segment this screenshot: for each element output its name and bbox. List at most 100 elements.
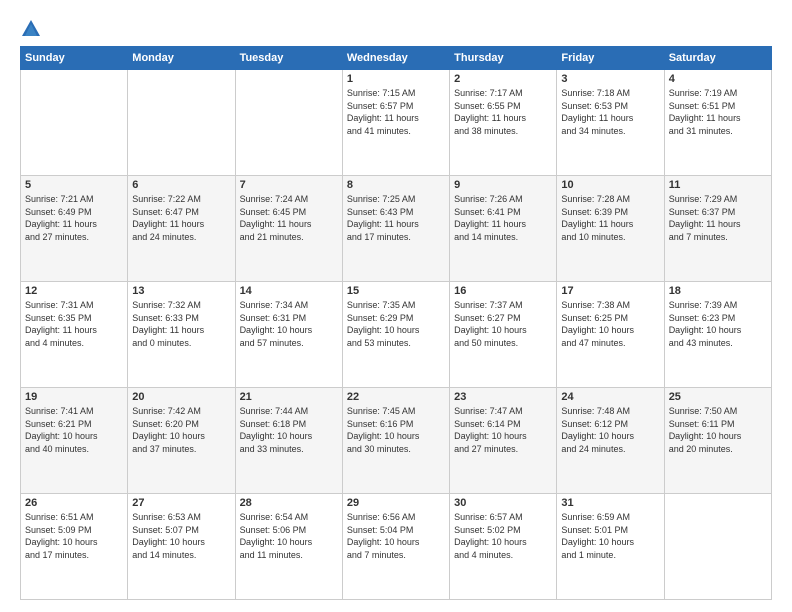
day-number: 1 <box>347 73 445 85</box>
day-number: 10 <box>561 179 659 191</box>
day-info: Sunrise: 6:56 AM Sunset: 5:04 PM Dayligh… <box>347 511 445 561</box>
calendar-day-cell: 27 Sunrise: 6:53 AM Sunset: 5:07 PM Dayli… <box>128 494 235 600</box>
day-number: 21 <box>240 391 338 403</box>
calendar-day-cell: 14Sunrise: 7:34 AM Sunset: 6:31 PM Dayli… <box>235 282 342 388</box>
day-info: Sunrise: 6:54 AM Sunset: 5:06 PM Dayligh… <box>240 511 338 561</box>
day-number: 15 <box>347 285 445 297</box>
day-number: 9 <box>454 179 552 191</box>
day-number: 7 <box>240 179 338 191</box>
calendar-day-cell: 29Sunrise: 6:56 AM Sunset: 5:04 PM Dayli… <box>342 494 449 600</box>
calendar-day-cell: 12Sunrise: 7:31 AM Sunset: 6:35 PM Dayli… <box>21 282 128 388</box>
calendar-day-cell: 26 Sunrise: 6:51 AM Sunset: 5:09 PM Dayli… <box>21 494 128 600</box>
day-number: 20 <box>132 391 230 403</box>
calendar-header-cell: Thursday <box>450 47 557 70</box>
calendar-day-cell <box>21 70 128 176</box>
calendar-header-cell: Monday <box>128 47 235 70</box>
day-info: Sunrise: 7:38 AM Sunset: 6:25 PM Dayligh… <box>561 299 659 349</box>
day-info: Sunrise: 7:19 AM Sunset: 6:51 PM Dayligh… <box>669 87 767 137</box>
calendar-day-cell: 3 Sunrise: 7:18 AM Sunset: 6:53 PM Daylig… <box>557 70 664 176</box>
calendar-day-cell: 6 Sunrise: 7:22 AM Sunset: 6:47 PM Daylig… <box>128 176 235 282</box>
calendar-day-cell: 30 Sunrise: 6:57 AM Sunset: 5:02 PM Dayli… <box>450 494 557 600</box>
calendar-day-cell: 5Sunrise: 7:21 AM Sunset: 6:49 PM Daylig… <box>21 176 128 282</box>
day-info: Sunrise: 6:59 AM Sunset: 5:01 PM Dayligh… <box>561 511 659 561</box>
day-info: Sunrise: 7:44 AM Sunset: 6:18 PM Dayligh… <box>240 405 338 455</box>
calendar-day-cell: 18 Sunrise: 7:39 AM Sunset: 6:23 PM Dayli… <box>664 282 771 388</box>
day-info: Sunrise: 7:15 AM Sunset: 6:57 PM Dayligh… <box>347 87 445 137</box>
calendar-day-cell <box>664 494 771 600</box>
header <box>20 16 772 40</box>
day-info: Sunrise: 7:35 AM Sunset: 6:29 PM Dayligh… <box>347 299 445 349</box>
day-info: Sunrise: 7:41 AM Sunset: 6:21 PM Dayligh… <box>25 405 123 455</box>
day-info: Sunrise: 7:31 AM Sunset: 6:35 PM Dayligh… <box>25 299 123 349</box>
calendar-day-cell: 2 Sunrise: 7:17 AM Sunset: 6:55 PM Daylig… <box>450 70 557 176</box>
calendar-header-cell: Saturday <box>664 47 771 70</box>
day-number: 17 <box>561 285 659 297</box>
day-number: 22 <box>347 391 445 403</box>
day-number: 13 <box>132 285 230 297</box>
day-info: Sunrise: 7:50 AM Sunset: 6:11 PM Dayligh… <box>669 405 767 455</box>
day-info: Sunrise: 7:48 AM Sunset: 6:12 PM Dayligh… <box>561 405 659 455</box>
calendar-day-cell: 19 Sunrise: 7:41 AM Sunset: 6:21 PM Dayli… <box>21 388 128 494</box>
day-number: 2 <box>454 73 552 85</box>
day-number: 3 <box>561 73 659 85</box>
calendar-day-cell: 10 Sunrise: 7:28 AM Sunset: 6:39 PM Dayli… <box>557 176 664 282</box>
calendar-table: SundayMondayTuesdayWednesdayThursdayFrid… <box>20 46 772 600</box>
day-number: 11 <box>669 179 767 191</box>
day-number: 31 <box>561 497 659 509</box>
day-info: Sunrise: 7:21 AM Sunset: 6:49 PM Dayligh… <box>25 193 123 243</box>
day-number: 8 <box>347 179 445 191</box>
day-info: Sunrise: 7:26 AM Sunset: 6:41 PM Dayligh… <box>454 193 552 243</box>
calendar-week-row: 26 Sunrise: 6:51 AM Sunset: 5:09 PM Dayli… <box>21 494 772 600</box>
calendar-day-cell <box>235 70 342 176</box>
day-info: Sunrise: 7:42 AM Sunset: 6:20 PM Dayligh… <box>132 405 230 455</box>
day-info: Sunrise: 7:18 AM Sunset: 6:53 PM Dayligh… <box>561 87 659 137</box>
day-info: Sunrise: 6:57 AM Sunset: 5:02 PM Dayligh… <box>454 511 552 561</box>
logo-icon <box>20 18 42 40</box>
calendar-week-row: 5Sunrise: 7:21 AM Sunset: 6:49 PM Daylig… <box>21 176 772 282</box>
calendar-day-cell: 11 Sunrise: 7:29 AM Sunset: 6:37 PM Dayli… <box>664 176 771 282</box>
calendar-header-cell: Sunday <box>21 47 128 70</box>
day-number: 26 <box>25 497 123 509</box>
day-info: Sunrise: 6:53 AM Sunset: 5:07 PM Dayligh… <box>132 511 230 561</box>
day-info: Sunrise: 7:32 AM Sunset: 6:33 PM Dayligh… <box>132 299 230 349</box>
day-number: 18 <box>669 285 767 297</box>
day-number: 6 <box>132 179 230 191</box>
day-info: Sunrise: 7:39 AM Sunset: 6:23 PM Dayligh… <box>669 299 767 349</box>
calendar-day-cell: 22Sunrise: 7:45 AM Sunset: 6:16 PM Dayli… <box>342 388 449 494</box>
calendar-week-row: 19 Sunrise: 7:41 AM Sunset: 6:21 PM Dayli… <box>21 388 772 494</box>
day-info: Sunrise: 7:17 AM Sunset: 6:55 PM Dayligh… <box>454 87 552 137</box>
page: SundayMondayTuesdayWednesdayThursdayFrid… <box>0 0 792 612</box>
calendar-day-cell: 25 Sunrise: 7:50 AM Sunset: 6:11 PM Dayli… <box>664 388 771 494</box>
day-info: Sunrise: 7:24 AM Sunset: 6:45 PM Dayligh… <box>240 193 338 243</box>
calendar-day-cell: 21 Sunrise: 7:44 AM Sunset: 6:18 PM Dayli… <box>235 388 342 494</box>
day-number: 19 <box>25 391 123 403</box>
calendar-header-cell: Tuesday <box>235 47 342 70</box>
day-number: 24 <box>561 391 659 403</box>
calendar-day-cell: 31 Sunrise: 6:59 AM Sunset: 5:01 PM Dayli… <box>557 494 664 600</box>
calendar-day-cell: 4 Sunrise: 7:19 AM Sunset: 6:51 PM Daylig… <box>664 70 771 176</box>
calendar-day-cell: 20 Sunrise: 7:42 AM Sunset: 6:20 PM Dayli… <box>128 388 235 494</box>
day-number: 28 <box>240 497 338 509</box>
calendar-day-cell: 17 Sunrise: 7:38 AM Sunset: 6:25 PM Dayli… <box>557 282 664 388</box>
day-number: 27 <box>132 497 230 509</box>
day-info: Sunrise: 7:29 AM Sunset: 6:37 PM Dayligh… <box>669 193 767 243</box>
calendar-header-cell: Wednesday <box>342 47 449 70</box>
day-info: Sunrise: 6:51 AM Sunset: 5:09 PM Dayligh… <box>25 511 123 561</box>
calendar-day-cell <box>128 70 235 176</box>
calendar-day-cell: 15 Sunrise: 7:35 AM Sunset: 6:29 PM Dayli… <box>342 282 449 388</box>
calendar-day-cell: 1 Sunrise: 7:15 AM Sunset: 6:57 PM Daylig… <box>342 70 449 176</box>
calendar-day-cell: 9 Sunrise: 7:26 AM Sunset: 6:41 PM Daylig… <box>450 176 557 282</box>
calendar-day-cell: 13 Sunrise: 7:32 AM Sunset: 6:33 PM Dayli… <box>128 282 235 388</box>
day-number: 4 <box>669 73 767 85</box>
day-info: Sunrise: 7:47 AM Sunset: 6:14 PM Dayligh… <box>454 405 552 455</box>
calendar-week-row: 1 Sunrise: 7:15 AM Sunset: 6:57 PM Daylig… <box>21 70 772 176</box>
day-info: Sunrise: 7:22 AM Sunset: 6:47 PM Dayligh… <box>132 193 230 243</box>
day-number: 23 <box>454 391 552 403</box>
day-number: 25 <box>669 391 767 403</box>
calendar-body: 1 Sunrise: 7:15 AM Sunset: 6:57 PM Daylig… <box>21 70 772 600</box>
day-info: Sunrise: 7:28 AM Sunset: 6:39 PM Dayligh… <box>561 193 659 243</box>
calendar-header-cell: Friday <box>557 47 664 70</box>
calendar-day-cell: 28 Sunrise: 6:54 AM Sunset: 5:06 PM Dayli… <box>235 494 342 600</box>
day-number: 30 <box>454 497 552 509</box>
day-info: Sunrise: 7:25 AM Sunset: 6:43 PM Dayligh… <box>347 193 445 243</box>
